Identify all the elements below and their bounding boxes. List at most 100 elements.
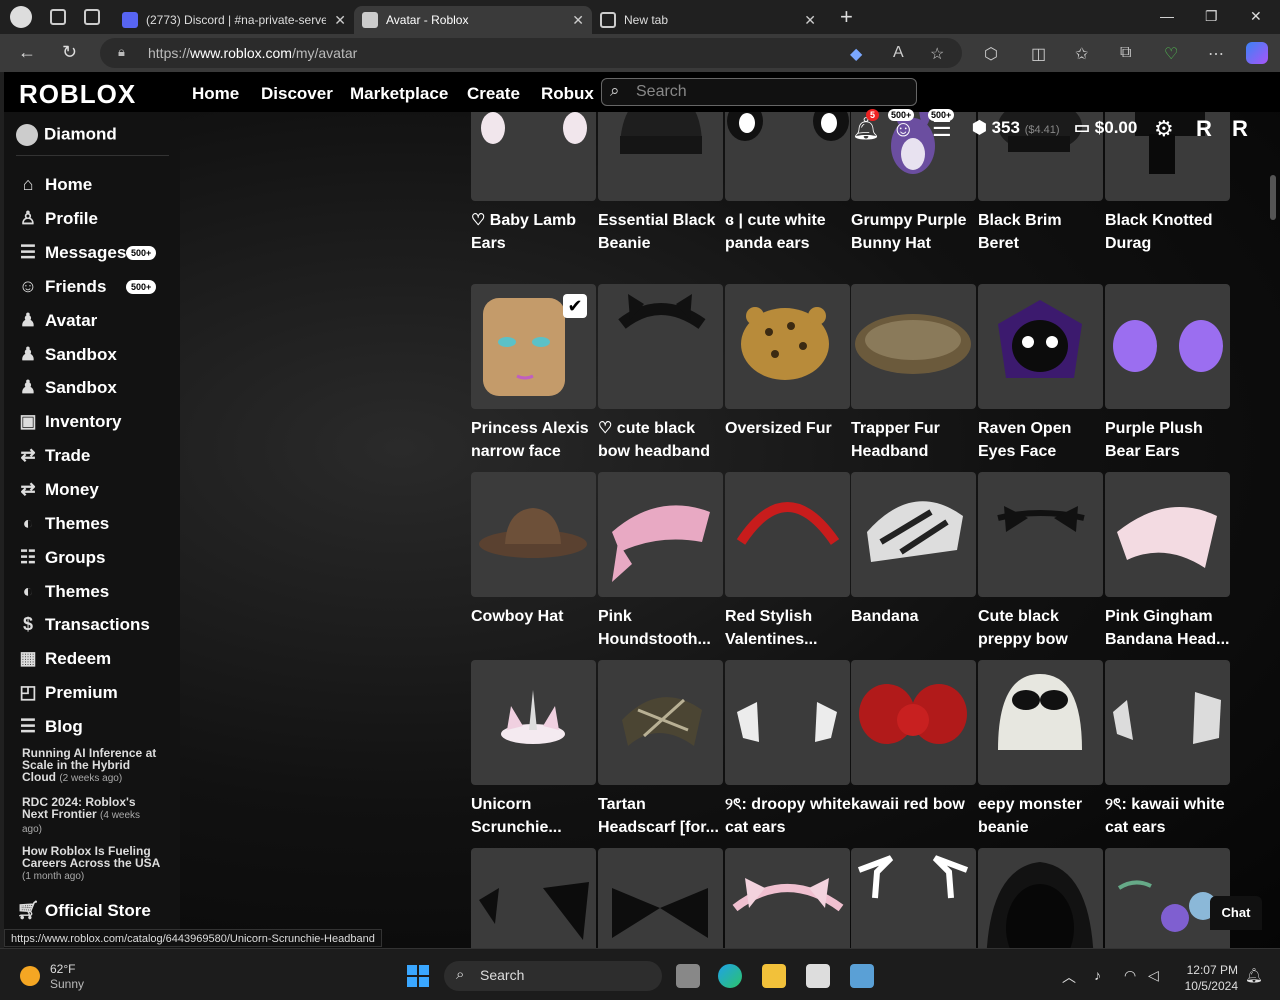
nav-discover[interactable]: Discover bbox=[261, 84, 333, 104]
wifi-icon[interactable]: ◠ bbox=[1124, 967, 1136, 984]
item-thumbnail[interactable] bbox=[725, 848, 850, 948]
avatar-item-card[interactable]: ୨ৎ: droopy white cat ears bbox=[725, 660, 851, 839]
item-name[interactable]: ♡ cute black bow headband bbox=[598, 417, 726, 463]
item-thumbnail[interactable] bbox=[1105, 284, 1230, 409]
file-explorer-icon[interactable] bbox=[762, 964, 786, 988]
nav-home[interactable]: Home bbox=[192, 84, 239, 104]
minimize-icon[interactable]: — bbox=[1160, 8, 1174, 24]
task-manager-icon[interactable] bbox=[850, 964, 874, 988]
sidebar-item-profile[interactable]: ♙ Profile bbox=[16, 208, 98, 229]
restore-icon[interactable]: ❐ bbox=[1205, 8, 1218, 25]
sidebar-item-messages[interactable]: ☰ Messages 500+ bbox=[16, 242, 157, 263]
avatar-item-card[interactable]: Purple Plush Bear Ears bbox=[1105, 284, 1231, 463]
close-tab-icon[interactable]: ✕ bbox=[572, 12, 584, 29]
avatar-item-card[interactable]: ♡ Baby Lamb Ears bbox=[471, 92, 597, 255]
avatar-item-card[interactable]: kawaii red bow bbox=[851, 660, 977, 839]
avatar-item-card[interactable]: Trapper Fur Headband bbox=[851, 284, 977, 463]
back-icon[interactable]: ← bbox=[18, 42, 36, 63]
item-name[interactable]: Trapper Fur Headband bbox=[851, 417, 979, 463]
item-name[interactable]: Bandana bbox=[851, 605, 979, 651]
read-aloud-icon[interactable]: A bbox=[893, 44, 904, 62]
nav-create[interactable]: Create bbox=[467, 84, 520, 104]
item-name[interactable]: ୨ৎ: droopy white cat ears bbox=[725, 793, 853, 839]
edge-icon[interactable] bbox=[718, 964, 742, 988]
item-thumbnail[interactable] bbox=[1105, 472, 1230, 597]
sidebar-item-inventory[interactable]: ▣ Inventory bbox=[16, 411, 121, 432]
blog-post-link[interactable]: How Roblox Is Fueling Careers Across the… bbox=[22, 845, 162, 883]
item-thumbnail[interactable] bbox=[978, 472, 1103, 597]
avatar-item-card[interactable] bbox=[598, 848, 724, 948]
item-thumbnail[interactable] bbox=[598, 848, 723, 948]
avatar-item-card[interactable]: ♡ cute black bow headband bbox=[598, 284, 724, 463]
item-thumbnail[interactable] bbox=[978, 660, 1103, 785]
item-name[interactable]: Red Stylish Valentines... bbox=[725, 605, 853, 651]
sidebar-item-friends[interactable]: ☺ Friends 500+ bbox=[16, 276, 157, 297]
robux-balance[interactable]: ⬢ 353 ($4.41) bbox=[972, 118, 1060, 138]
avatar-item-card[interactable]: ✔ Princess Alexis narrow face bbox=[471, 284, 597, 463]
item-name[interactable]: Black Knotted Durag bbox=[1105, 209, 1233, 255]
extension-r2-icon[interactable]: R bbox=[1232, 116, 1248, 142]
avatar-item-card[interactable] bbox=[471, 848, 597, 948]
url-field[interactable]: 🔒︎ https://www.roblox.com/my/avatar bbox=[100, 38, 962, 68]
refresh-icon[interactable]: ↻ bbox=[62, 42, 77, 63]
notepad-icon[interactable] bbox=[806, 964, 830, 988]
sidebar-item-transactions[interactable]: $ Transactions bbox=[16, 614, 150, 635]
avatar-item-card[interactable]: Pink Houndstooth... bbox=[598, 472, 724, 651]
wallet-balance[interactable]: ▭ $0.00 bbox=[1074, 118, 1137, 138]
item-name[interactable]: Cute black preppy bow bbox=[978, 605, 1106, 651]
avatar-item-card[interactable] bbox=[725, 848, 851, 948]
item-name[interactable]: ♡ Baby Lamb Ears bbox=[471, 209, 599, 255]
sidebar-item-groups[interactable]: ☷ Groups bbox=[16, 547, 106, 568]
item-thumbnail[interactable] bbox=[725, 472, 850, 597]
sidebar-item-official-store[interactable]: 🛒︎ Official Store bbox=[16, 900, 151, 921]
avatar-item-card[interactable]: Raven Open Eyes Face bbox=[978, 284, 1104, 463]
sidebar-item-themes[interactable]: ◐ Themes bbox=[16, 513, 110, 534]
workspaces-icon[interactable] bbox=[50, 9, 66, 25]
close-tab-icon[interactable]: ✕ bbox=[334, 12, 346, 29]
tab-actions-icon[interactable] bbox=[84, 9, 100, 25]
item-name[interactable]: Purple Plush Bear Ears bbox=[1105, 417, 1233, 463]
performance-icon[interactable]: ♡ bbox=[1164, 44, 1178, 64]
avatar-item-card[interactable]: Essential Black Beanie bbox=[598, 92, 724, 255]
avatar-item-card[interactable]: eepy monster beanie bbox=[978, 660, 1104, 839]
item-name[interactable]: Raven Open Eyes Face bbox=[978, 417, 1106, 463]
item-thumbnail[interactable] bbox=[471, 660, 596, 785]
sidebar-item-themes[interactable]: ◐ Themes bbox=[16, 581, 110, 602]
tray-chevron-up-icon[interactable]: ︿ bbox=[1062, 967, 1076, 987]
close-tab-icon[interactable]: ✕ bbox=[804, 12, 816, 29]
taskbar-search[interactable]: ⌕ Search bbox=[444, 961, 662, 991]
avatar-item-card[interactable]: Unicorn Scrunchie... bbox=[471, 660, 597, 839]
notification-bell-icon[interactable]: 🔔︎ bbox=[1245, 967, 1263, 984]
search-input[interactable]: ⌕ Search bbox=[601, 78, 917, 106]
close-window-icon[interactable]: ✕ bbox=[1250, 8, 1262, 25]
item-name[interactable]: Black Brim Beret bbox=[978, 209, 1106, 255]
item-thumbnail[interactable] bbox=[471, 848, 596, 948]
tab-new[interactable]: New tab ✕ bbox=[592, 6, 824, 34]
item-thumbnail[interactable] bbox=[598, 284, 723, 409]
sidebar-item-avatar[interactable]: ♟ Avatar bbox=[16, 310, 97, 331]
item-name[interactable]: Essential Black Beanie bbox=[598, 209, 726, 255]
item-thumbnail[interactable] bbox=[725, 660, 850, 785]
chat-button[interactable]: Chat bbox=[1210, 896, 1262, 930]
item-name[interactable]: Pink Gingham Bandana Head... bbox=[1105, 605, 1233, 651]
avatar-item-card[interactable]: Cowboy Hat bbox=[471, 472, 597, 651]
new-tab-button[interactable]: + bbox=[840, 4, 853, 30]
item-name[interactable]: ɞ | cute white panda ears bbox=[725, 209, 853, 255]
tab-discord[interactable]: (2773) Discord | #na-private-serve ✕ bbox=[114, 6, 354, 34]
menu-dots-icon[interactable]: ⋯ bbox=[1208, 44, 1224, 64]
item-thumbnail[interactable]: ✔ bbox=[471, 284, 596, 409]
item-thumbnail[interactable] bbox=[851, 472, 976, 597]
item-name[interactable]: Oversized Fur bbox=[725, 417, 853, 463]
avatar-item-card[interactable]: Red Stylish Valentines... bbox=[725, 472, 851, 651]
windows-start-icon[interactable] bbox=[407, 965, 429, 987]
item-name[interactable]: eepy monster beanie bbox=[978, 793, 1106, 839]
item-thumbnail[interactable] bbox=[851, 284, 976, 409]
favorite-star-icon[interactable]: ☆ bbox=[930, 44, 944, 64]
sidebar-item-sandbox[interactable]: ♟ Sandbox bbox=[16, 344, 117, 365]
item-thumbnail[interactable] bbox=[1105, 660, 1230, 785]
copilot-icon[interactable] bbox=[1246, 42, 1268, 64]
avatar-item-card[interactable]: Oversized Fur bbox=[725, 284, 851, 463]
avatar-item-card[interactable] bbox=[978, 848, 1104, 948]
clock[interactable]: 12:07 PM 10/5/2024 bbox=[1182, 962, 1238, 994]
volume-icon[interactable]: ◁ bbox=[1148, 967, 1159, 984]
